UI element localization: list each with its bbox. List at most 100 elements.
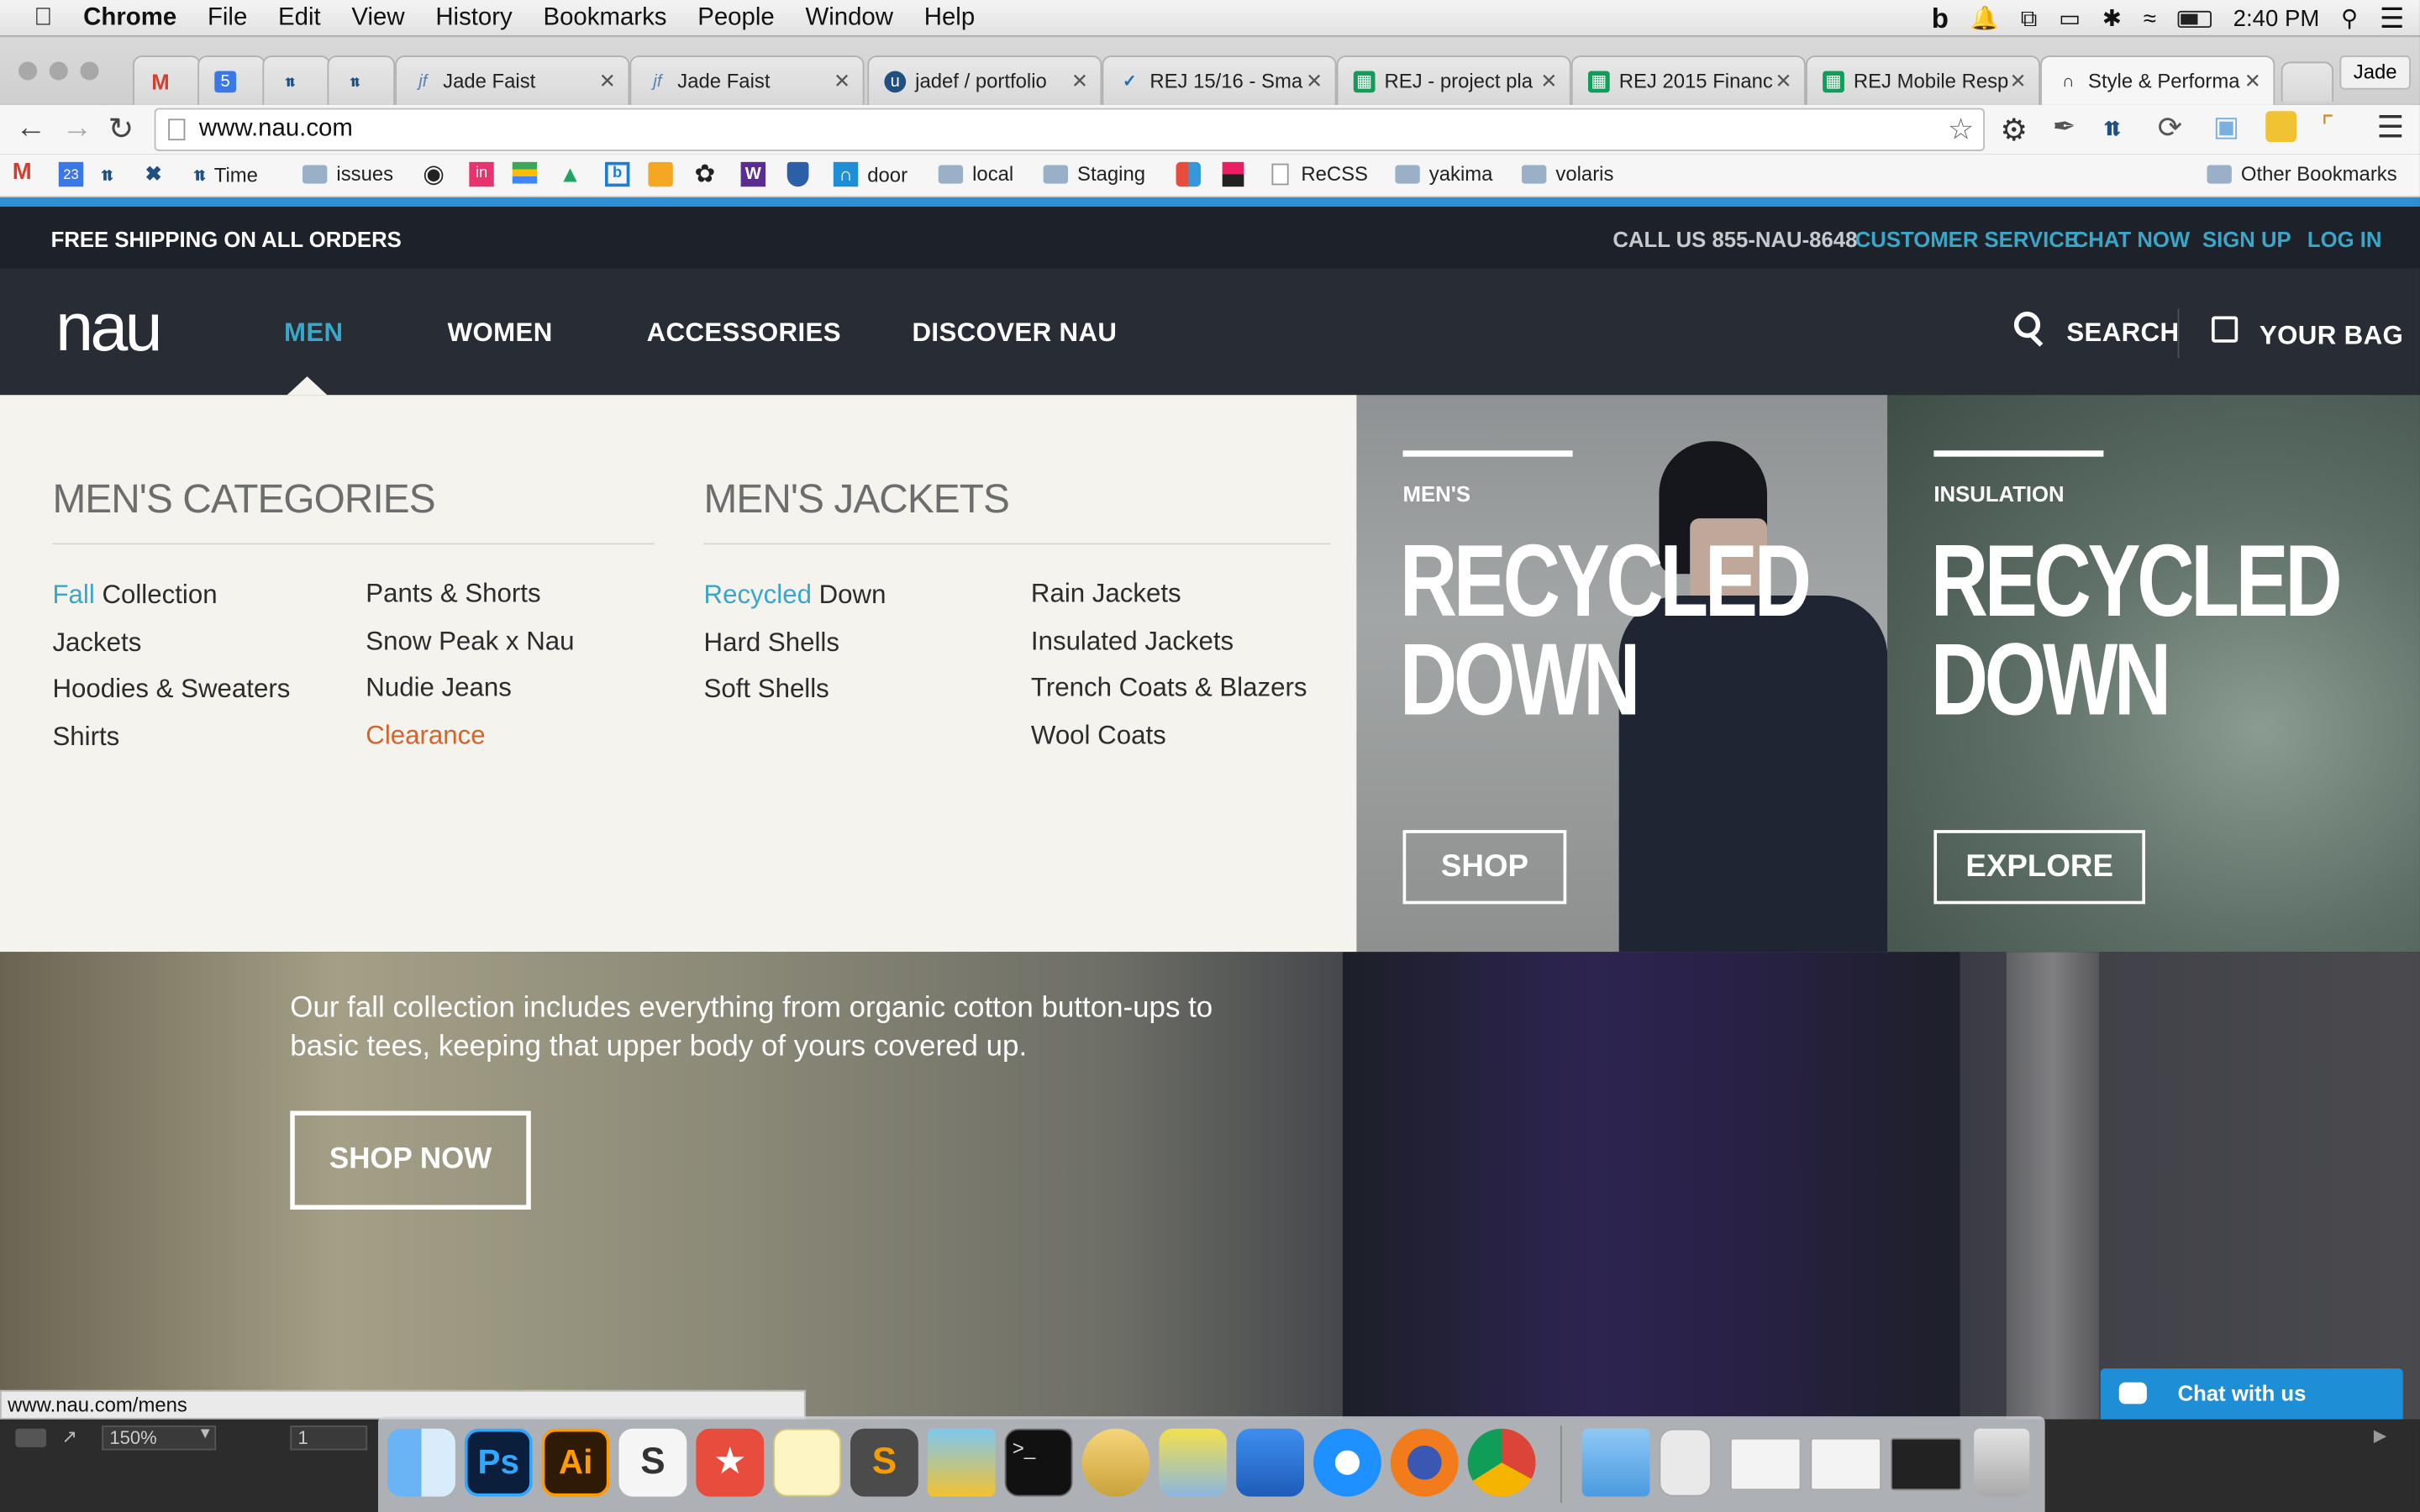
nav-men[interactable]: MEN (284, 318, 344, 349)
window-stack-icon[interactable]: ⧉ (2021, 5, 2038, 31)
screenshot-thumbnail-icon[interactable] (1729, 1437, 1802, 1491)
close-tab-icon[interactable]: ✕ (834, 70, 850, 94)
close-tab-icon[interactable]: ✕ (2244, 70, 2261, 94)
close-tab-icon[interactable]: ✕ (599, 70, 616, 94)
camera-icon[interactable]: ▣ (2213, 111, 2239, 144)
promo-insulation-recycled-down[interactable]: INSULATION RECYCLED DOWN EXPLORE (1887, 395, 2420, 953)
tab-jira-2[interactable]: 𝖓 (327, 55, 396, 105)
zoom-window-button[interactable] (80, 61, 99, 81)
menu-link-pants-shorts[interactable]: Pants & Shorts (366, 579, 540, 610)
chat-now-link[interactable]: CHAT NOW (2073, 227, 2191, 251)
screenshot-thumbnail-icon[interactable] (1810, 1437, 1881, 1491)
menu-link-fall-collection[interactable]: Fall Collection (52, 580, 217, 612)
slack-icon[interactable]: S (618, 1428, 687, 1497)
menu-link-jackets[interactable]: Jackets (52, 628, 141, 659)
tab-rej-smart[interactable]: ✓ REJ 15/16 - Sma ✕ (1102, 55, 1337, 105)
bookmark-recss[interactable]: ReCSS (1271, 162, 1368, 185)
bookmark-folder-issues[interactable]: issues (302, 162, 393, 185)
illustrator-icon[interactable]: Ai (541, 1428, 610, 1497)
calendar-bookmark[interactable]: 23 (58, 161, 84, 187)
menu-window[interactable]: Window (790, 4, 908, 32)
menu-link-nudie-jeans[interactable]: Nudie Jeans (366, 673, 512, 704)
b-app-icon[interactable]: b (604, 161, 630, 187)
bookmark-folder-yakima[interactable]: yakima (1395, 162, 1492, 185)
shop-button[interactable]: SHOP (1402, 830, 1567, 905)
menu-link-wool-coats[interactable]: Wool Coats (1031, 721, 1166, 752)
minimize-window-button[interactable] (49, 61, 68, 81)
log-in-link[interactable]: LOG IN (2307, 227, 2382, 251)
bookmark-folder-volaris[interactable]: volaris (1521, 162, 1613, 185)
zip-file-icon[interactable] (1659, 1428, 1712, 1497)
bold-b-icon[interactable]: b (1932, 3, 1949, 35)
screenshot-thumbnail-icon[interactable] (1890, 1437, 1962, 1491)
invision-icon[interactable]: in (469, 161, 494, 187)
tab-rej-mobile[interactable]: ▦ REJ Mobile Resp ✕ (1805, 55, 2041, 105)
apple-icon[interactable]:  (0, 4, 68, 32)
menu-link-clearance[interactable]: Clearance (366, 721, 485, 752)
bookmark-door[interactable]: ∩ door (833, 161, 908, 187)
chat-widget[interactable]: Chat with us (2100, 1368, 2403, 1420)
shopping-bag-icon[interactable] (2211, 316, 2238, 343)
palette-app-icon[interactable] (1222, 161, 1244, 187)
tools-icon[interactable]: ✖ (145, 162, 162, 186)
chevron-down-icon[interactable]: ▼ (197, 1425, 213, 1442)
forward-arrow-icon[interactable]: → (61, 111, 92, 146)
orange-app-icon[interactable] (648, 161, 673, 187)
bluetooth-icon[interactable]: ✱ (2102, 5, 2122, 32)
notification-bell-icon[interactable]: 🔔 (1970, 5, 1999, 32)
menu-link-snow-peak[interactable]: Snow Peak x Nau (366, 627, 574, 658)
shield-app-icon[interactable] (786, 161, 809, 187)
nav-accessories[interactable]: ACCESSORIES (647, 318, 841, 349)
tab-rej-financ[interactable]: ▦ REJ 2015 Financ ✕ (1570, 55, 1806, 105)
color-app-icon[interactable] (1176, 161, 1201, 187)
explore-button[interactable]: EXPLORE (1933, 830, 2146, 905)
sublime-text-icon[interactable]: S (850, 1428, 918, 1497)
chrome-menu-icon[interactable]: ☰ (2377, 108, 2405, 147)
spotlight-search-icon[interactable]: ⚲ (2341, 5, 2358, 32)
airplay-icon[interactable]: ▭ (2059, 5, 2081, 32)
close-tab-icon[interactable]: ✕ (1071, 70, 1088, 94)
folder-icon[interactable] (1581, 1428, 1650, 1497)
play-icon[interactable]: ▶ (2374, 1425, 2387, 1446)
wave-icon[interactable]: ✿ (695, 159, 716, 190)
share-icon[interactable]: ↗ (61, 1425, 76, 1447)
close-window-button[interactable] (18, 61, 38, 81)
menu-link-rain-jackets[interactable]: Rain Jackets (1031, 579, 1181, 610)
safari-icon[interactable] (1313, 1428, 1381, 1497)
clock[interactable]: 2:40 PM (2233, 5, 2320, 31)
nav-women[interactable]: WOMEN (448, 318, 553, 349)
sequel-pro-icon[interactable] (1081, 1428, 1150, 1497)
xcode-icon[interactable] (1236, 1428, 1305, 1497)
customer-service-link[interactable]: CUSTOMER SERVICE (1855, 227, 2079, 251)
jira-extension-icon[interactable]: 𝖓 (2105, 111, 2119, 144)
menu-view[interactable]: View (336, 4, 420, 32)
tab-jade-faist-2[interactable]: jf Jade Faist ✕ (629, 55, 865, 105)
nau-logo[interactable]: nau (55, 290, 163, 367)
bookmark-star-icon[interactable]: ☆ (1948, 113, 1974, 148)
github-icon[interactable]: ◉ (423, 159, 445, 190)
menu-link-shirts[interactable]: Shirts (52, 722, 119, 753)
menu-link-recycled-down[interactable]: Recycled Down (704, 580, 886, 612)
profile-button[interactable]: Jade (2339, 55, 2411, 90)
menu-people[interactable]: People (682, 4, 790, 32)
back-arrow-icon[interactable]: ← (15, 111, 46, 146)
drive-icon[interactable]: ▲ (559, 162, 581, 188)
battery-icon[interactable] (2177, 9, 2212, 28)
address-bar[interactable]: www.nau.com ☆ (154, 108, 1985, 151)
bookmark-folder-local[interactable]: local (938, 162, 1013, 185)
jira-icon[interactable]: 𝖓 (102, 162, 112, 186)
menu-file[interactable]: File (192, 4, 263, 32)
nav-discover-nau[interactable]: DISCOVER NAU (912, 318, 1117, 349)
tab-rej-project[interactable]: ▦ REJ - project pla ✕ (1336, 55, 1571, 105)
tab-calendar[interactable]: 5 (197, 55, 266, 105)
game-icon[interactable] (15, 1428, 47, 1447)
bookmark-time[interactable]: 𝖓 Time (194, 162, 258, 186)
ruler-icon[interactable]: ⌜ (2321, 111, 2333, 144)
eyedropper-icon[interactable]: ✒ (2053, 111, 2076, 144)
w-app-icon[interactable]: W (740, 161, 766, 187)
search-icon[interactable] (2013, 312, 2041, 339)
close-tab-icon[interactable]: ✕ (2010, 70, 2027, 94)
firefox-icon[interactable] (1390, 1428, 1459, 1497)
menu-link-soft-shells[interactable]: Soft Shells (704, 675, 829, 706)
menu-history[interactable]: History (420, 4, 528, 32)
